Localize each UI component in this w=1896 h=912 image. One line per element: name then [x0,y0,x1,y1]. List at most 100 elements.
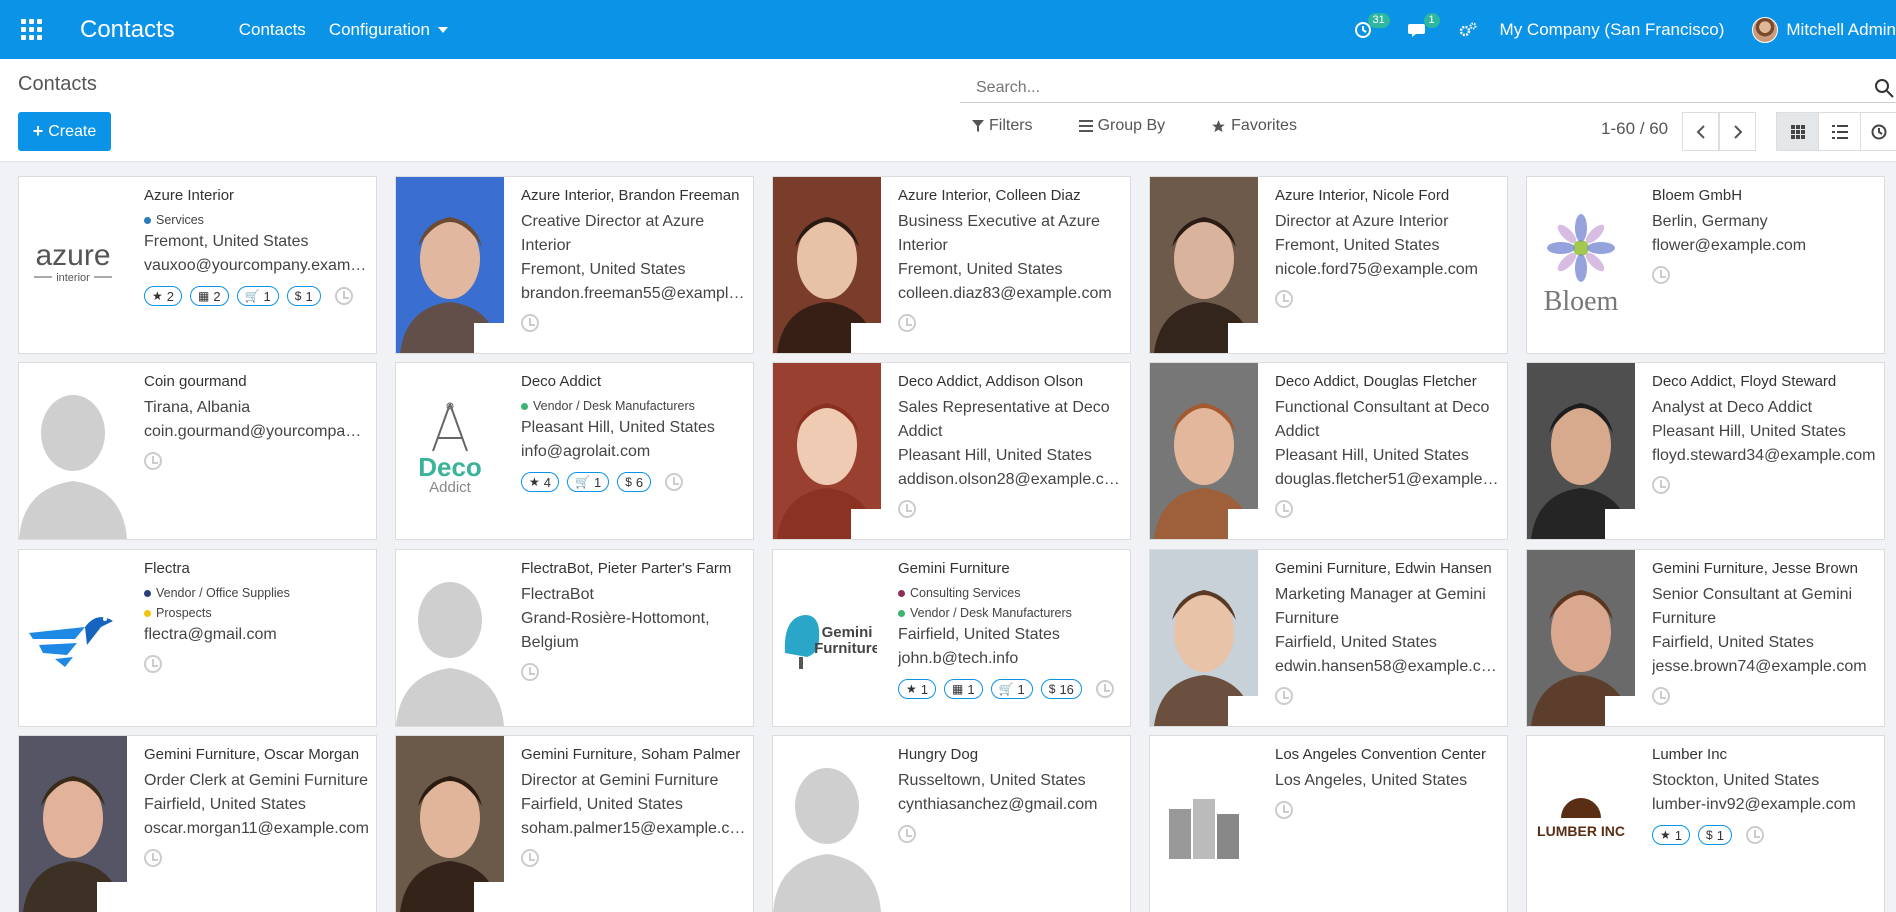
activity-clock-icon[interactable] [898,825,916,843]
activity-clock-icon[interactable] [665,473,684,491]
company-logo: LUMBER INC [1527,736,1635,912]
pager-value[interactable]: 1-60 / 60 [1601,119,1668,139]
activity-clock-icon[interactable] [1275,500,1293,518]
list-view-button[interactable] [1818,112,1861,151]
contact-card-body: FlectraBot, Pieter Parter's Farm FlectraB… [521,560,747,686]
top-navbar: Contacts Contacts Configuration 31 1 My … [0,0,1896,59]
company-mini-logo [474,882,504,912]
apps-menu-button[interactable] [0,0,62,59]
contact-detail: floyd.steward34@example.com [1652,447,1876,464]
stat-pill[interactable]: ★ 2 [144,286,182,306]
activity-clock-icon[interactable] [144,849,162,867]
contact-detail: Senior Consultant at Gemini Furniture [1652,586,1853,627]
activity-clock-icon[interactable] [1652,687,1670,705]
favorites-button[interactable]: Favorites [1211,117,1297,135]
activity-clock-icon[interactable] [144,452,162,470]
activity-clock-icon[interactable] [898,500,916,518]
contact-detail: Director at Azure Interior [1275,213,1449,230]
activity-view-button[interactable] [1860,112,1896,151]
contact-card[interactable]: Deco Addict, Floyd Steward Analyst at Dec… [1526,362,1885,540]
stat-icon: ★ [529,475,540,489]
contact-card[interactable]: Deco Addict, Douglas Fletcher Functional … [1149,362,1508,540]
kanban-view-button[interactable] [1776,112,1819,151]
activity-clock-icon[interactable] [898,314,916,332]
search-icon[interactable] [1872,76,1896,100]
contact-name: Deco Addict, Addison Olson [898,373,1084,390]
activity-clock-icon[interactable] [1095,680,1114,698]
contact-name: Gemini Furniture, Soham Palmer [521,746,741,763]
contact-detail: john.b@tech.info [898,650,1019,667]
contact-card[interactable]: azure interior Azure Interior Services Fremo… [18,176,377,354]
contact-name: Gemini Furniture, Jesse Brown [1652,560,1858,577]
messaging-button[interactable]: 1 [1407,12,1440,39]
contact-card[interactable]: Flectra Vendor / Office Supplies Prospects… [18,549,377,727]
contact-card[interactable]: Hungry Dog Russeltown, United States cynth… [772,735,1131,912]
activity-clock-icon[interactable] [1275,687,1293,705]
contact-detail: nicole.ford75@example.com [1275,261,1479,278]
contact-detail: Russeltown, United States [898,772,1086,789]
contact-card[interactable]: Bloem Bloem GmbH Berlin, Germany flower@exa… [1526,176,1885,354]
tag-label: Consulting Services [910,586,1021,600]
stat-pill[interactable]: $1 [1698,825,1732,845]
contact-name: Los Angeles Convention Center [1275,746,1486,763]
stat-pill[interactable]: $6 [617,472,652,492]
stat-pill[interactable]: ★ 4 [521,472,559,492]
settings-button[interactable] [1458,21,1478,39]
stat-pill[interactable]: ★ 1 [898,679,936,699]
stat-pill[interactable]: $1 [286,286,321,306]
contact-card[interactable]: Gemini Furniture, Soham Palmer Director a… [395,735,754,912]
contact-card[interactable]: Gemini Furniture Gemini Furniture Consultin… [772,549,1131,727]
contact-card-body: Gemini Furniture, Edwin Hansen Marketing … [1275,560,1501,710]
contact-detail: coin.gourmand@yourcompany.example.com [144,423,370,440]
contact-detail: Los Angeles, United States [1275,772,1468,789]
activity-clock-icon[interactable] [521,314,539,332]
activity-clock-icon[interactable] [1652,476,1670,494]
activity-clock-icon[interactable] [521,663,539,681]
activity-clock-icon[interactable] [334,287,353,305]
tag-color-dot [144,589,151,597]
app-brand[interactable]: Contacts [80,16,175,44]
pager-previous-button[interactable] [1682,112,1719,151]
stat-pill[interactable]: 🛒 1 [567,472,610,492]
contact-photo [1527,363,1635,539]
activity-clock-icon[interactable] [521,849,539,867]
company-mini-logo [1605,509,1635,539]
activity-clock-icon[interactable] [1275,801,1293,819]
menu-configuration[interactable]: Configuration [329,20,448,40]
contact-card[interactable]: Azure Interior, Colleen Diaz Business Exe… [772,176,1131,354]
contact-card[interactable]: Azure Interior, Brandon Freeman Creative … [395,176,754,354]
contact-card[interactable]: Gemini Furniture, Jesse Brown Senior Cons… [1526,549,1885,727]
contact-card[interactable]: Deco Addict, Addison Olson Sales Represen… [772,362,1131,540]
stat-pill[interactable]: ▦ 2 [190,286,229,306]
create-button[interactable]: + Create [18,112,111,151]
user-menu[interactable]: Mitchell Admin [1752,16,1896,43]
groupby-button[interactable]: Group By [1078,117,1165,135]
stat-pill[interactable]: $16 [1040,679,1082,699]
activity-clock-icon[interactable] [144,655,162,673]
contact-card[interactable]: LUMBER INC Lumber Inc Stockton, United Sta… [1526,735,1885,912]
company-switcher[interactable]: My Company (San Francisco) [1500,20,1725,40]
stat-count: 1 [1716,827,1724,843]
list-bars-icon [1078,120,1093,132]
contact-card[interactable]: Gemini Furniture, Edwin Hansen Marketing … [1149,549,1508,727]
contact-card[interactable]: Coin gourmand Tirana, Albania coin.gourman… [18,362,377,540]
menu-contacts[interactable]: Contacts [239,20,306,40]
company-mini-logo [1228,696,1258,726]
stat-pill[interactable]: 🛒 1 [236,286,279,306]
contact-card[interactable]: Azure Interior, Nicole Ford Director at A… [1149,176,1508,354]
contact-card[interactable]: FlectraBot, Pieter Parter's Farm FlectraB… [395,549,754,727]
stat-pill[interactable]: 🛒 1 [990,679,1033,699]
activity-clock-icon[interactable] [1745,826,1764,844]
contact-card[interactable]: Los Angeles Convention Center Los Angeles… [1149,735,1508,912]
stat-pill[interactable]: ▦ 1 [944,679,983,699]
activity-button[interactable]: 31 [1354,12,1390,39]
contact-card-body: Coin gourmand Tirana, Albania coin.gourman… [144,373,370,475]
activity-clock-icon[interactable] [1652,266,1670,284]
contact-card[interactable]: Gemini Furniture, Oscar Morgan Order Cler… [18,735,377,912]
filters-button[interactable]: Filters [972,117,1033,135]
stat-pill[interactable]: ★ 1 [1652,825,1690,845]
contact-card[interactable]: Deco Addict Deco Addict Vendor / Desk Manuf… [395,362,754,540]
activity-clock-icon[interactable] [1275,290,1293,308]
search-input[interactable] [960,78,1872,97]
pager-next-button[interactable] [1719,112,1756,151]
